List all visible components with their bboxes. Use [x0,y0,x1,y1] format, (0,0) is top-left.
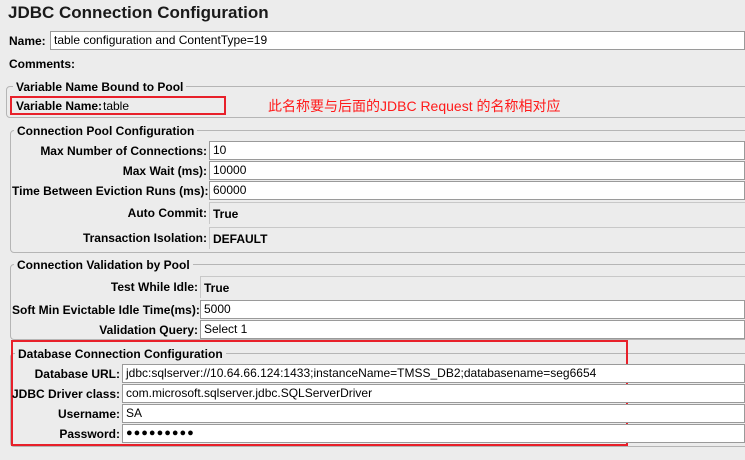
password-field[interactable]: ●●●●●●●●● [122,424,745,443]
database-url-field[interactable]: jdbc:sqlserver://10.64.66.124:1433;insta… [122,364,745,383]
test-while-idle-select[interactable]: True [200,276,745,298]
database-url-label: Database URL: [34,367,120,381]
max-wait-label: Max Wait (ms): [122,164,207,178]
connection-pool-legend: Connection Pool Configuration [14,124,198,138]
variable-name-label: Variable Name: [16,99,103,113]
max-connections-label: Max Number of Connections: [40,144,207,158]
eviction-runs-label: Time Between Eviction Runs (ms): [12,184,209,198]
name-label: Name: [9,34,46,48]
validation-legend: Connection Validation by Pool [14,258,193,272]
transaction-isolation-select[interactable]: DEFAULT [209,227,745,249]
annotation-text: 此名称要与后面的JDBC Request 的名称相对应 [268,98,561,114]
variable-name-legend: Variable Name Bound to Pool [13,80,187,94]
auto-commit-label: Auto Commit: [127,206,207,220]
driver-class-field[interactable]: com.microsoft.sqlserver.jdbc.SQLServerDr… [122,384,745,403]
eviction-runs-field[interactable]: 60000 [209,181,745,200]
validation-query-label: Validation Query: [99,323,198,337]
soft-min-idle-label: Soft Min Evictable Idle Time(ms): [12,303,200,317]
username-label: Username: [57,407,120,421]
max-wait-field[interactable]: 10000 [209,161,745,180]
variable-name-field[interactable]: table [103,99,129,113]
username-field[interactable]: SA [122,404,745,423]
soft-min-idle-field[interactable]: 5000 [200,300,745,319]
validation-query-field[interactable]: Select 1 [200,320,745,339]
max-connections-field[interactable]: 10 [209,141,745,160]
comments-field[interactable] [80,53,745,73]
comments-label: Comments: [9,57,76,71]
page-title: JDBC Connection Configuration [8,3,269,22]
driver-class-label: JDBC Driver class: [12,387,121,401]
auto-commit-select[interactable]: True [209,202,745,224]
test-while-idle-label: Test While Idle: [110,280,198,294]
password-label: Password: [59,427,120,441]
transaction-isolation-label: Transaction Isolation: [82,231,207,245]
name-field[interactable]: table configuration and ContentType=19 [50,31,745,50]
